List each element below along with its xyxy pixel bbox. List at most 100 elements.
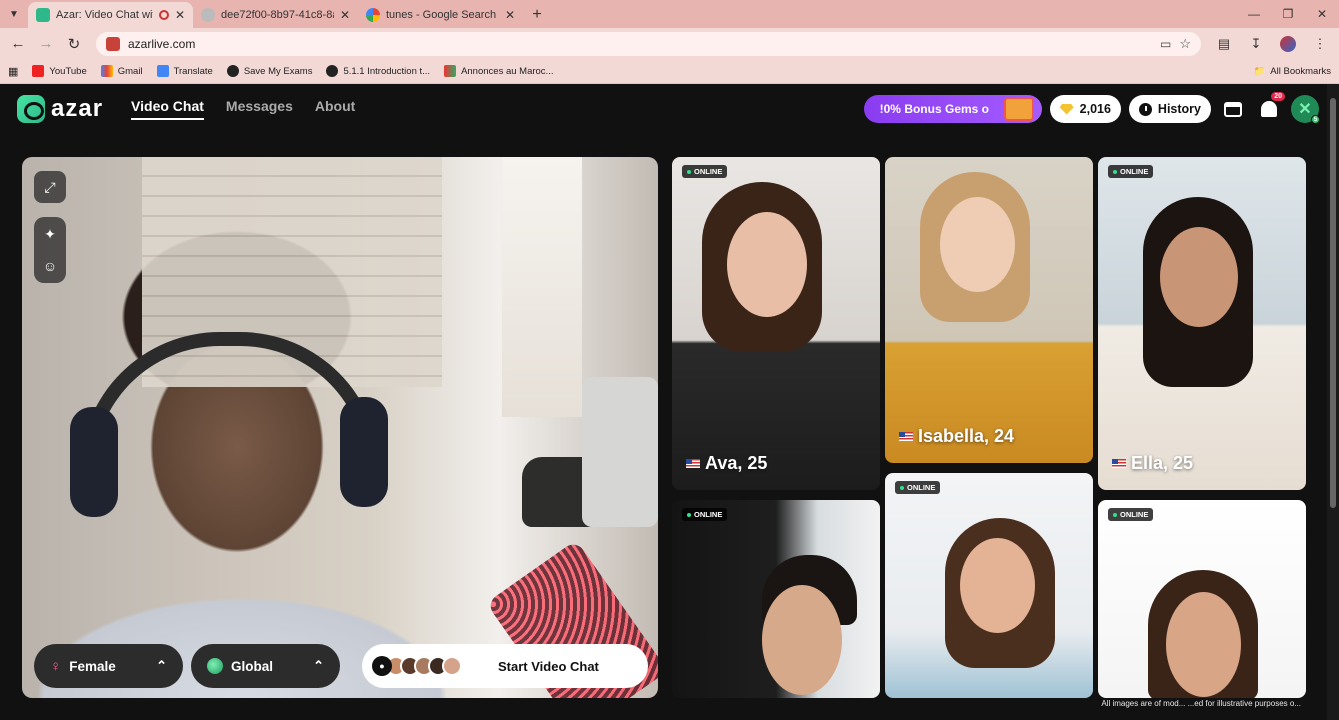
portrait-face	[762, 585, 842, 695]
face-filter-icon[interactable]: ☺	[43, 255, 57, 277]
bookmark-label: Annonces au Maroc...	[461, 65, 554, 77]
all-bookmarks[interactable]: 📁 All Bookmarks	[1253, 66, 1331, 77]
app-header: azar Video Chat Messages About !0% Bonus…	[0, 84, 1327, 134]
chevron-up-icon: ⌃	[313, 658, 324, 673]
portrait-face	[727, 212, 807, 317]
region-selector[interactable]: Global ⌃	[191, 644, 340, 688]
restore-icon[interactable]: ❐	[1271, 0, 1305, 28]
page-scrollbar[interactable]	[1327, 84, 1339, 720]
apps-grid-icon[interactable]: ▦	[8, 65, 18, 78]
minimize-icon[interactable]: —	[1237, 0, 1271, 28]
user-avatar[interactable]: ✕ 5	[1291, 95, 1320, 124]
gems-count: 2,016	[1079, 102, 1111, 116]
close-tab-icon[interactable]: ✕	[175, 8, 185, 22]
mini-avatar	[442, 656, 462, 676]
folder-icon: 📁	[1253, 65, 1266, 77]
camera-icon: ●	[372, 656, 392, 676]
globe-icon	[226, 65, 239, 77]
tab-search-icon[interactable]: ▼	[0, 0, 28, 28]
bookmark-save-my-exams[interactable]: Save My Exams	[226, 65, 313, 77]
new-tab-icon[interactable]: +	[523, 2, 551, 28]
globe-icon	[207, 658, 223, 674]
chevron-up-icon: ⌃	[156, 658, 167, 673]
profile-card-6[interactable]: ONLINE	[1098, 500, 1306, 698]
nav-messages[interactable]: Messages	[226, 98, 293, 120]
inbox-button[interactable]	[1219, 95, 1247, 123]
avatar-glyph-icon: ✕	[1298, 101, 1312, 118]
main-nav: Video Chat Messages About	[131, 98, 355, 120]
reload-icon[interactable]: ↻	[62, 32, 86, 56]
us-flag-icon	[686, 459, 700, 468]
extensions-icon[interactable]: ▤	[1211, 32, 1237, 56]
notifications-button[interactable]: 20	[1255, 92, 1285, 123]
nav-about[interactable]: About	[315, 98, 355, 120]
region-label: Global	[231, 658, 274, 674]
bookmark-star-icon[interactable]: ☆	[1179, 36, 1191, 52]
tab-google[interactable]: tunes - Google Search ✕	[358, 2, 523, 28]
close-window-icon[interactable]: ✕	[1305, 0, 1339, 28]
portrait-face	[940, 197, 1015, 292]
forward-icon[interactable]: →	[34, 32, 58, 56]
profile-name: Ella, 25	[1112, 453, 1193, 474]
site-info-icon[interactable]	[106, 36, 120, 51]
profile-name: Ava, 25	[686, 453, 767, 474]
effects-group: ✦ ☺	[34, 217, 66, 283]
tab-title: dee72f00-8b97-41c8-8a23-bbd	[221, 9, 334, 21]
bookmark-label: YouTube	[49, 65, 87, 77]
google-favicon-icon	[366, 8, 380, 22]
back-icon[interactable]: ←	[6, 32, 30, 56]
history-label: History	[1157, 102, 1201, 116]
close-tab-icon[interactable]: ✕	[505, 8, 515, 22]
gift-box-icon	[1003, 97, 1034, 121]
bookmark-gmail[interactable]: Gmail	[100, 65, 143, 77]
azar-logo-icon	[17, 95, 45, 123]
nav-video-chat[interactable]: Video Chat	[131, 98, 204, 120]
bookmark-translate[interactable]: Translate	[156, 65, 213, 77]
scrollbar-thumb[interactable]	[1330, 98, 1336, 508]
local-video-feed: ⤢ ✦ ☺ ♀ Female ⌃ Global ⌃ ● Start Video …	[22, 157, 658, 698]
close-tab-icon[interactable]: ✕	[340, 8, 350, 22]
profile-card-ava[interactable]: ONLINE Ava, 25	[672, 157, 880, 490]
start-video-chat-button[interactable]: ● Start Video Chat	[362, 644, 648, 688]
profile-card-ella[interactable]: ONLINE Ella, 25	[1098, 157, 1306, 490]
profile-card-isabella[interactable]: Isabella, 24	[885, 157, 1093, 463]
inbox-icon	[1224, 101, 1242, 117]
profile-card-5[interactable]: ONLINE	[885, 473, 1093, 698]
female-icon: ♀	[50, 657, 62, 675]
match-controls: ♀ Female ⌃ Global ⌃ ● Start Video Chat	[34, 644, 648, 688]
url-text: azarlive.com	[128, 36, 196, 51]
all-bookmarks-label: All Bookmarks	[1270, 65, 1331, 77]
history-button[interactable]: History	[1128, 95, 1211, 123]
bookmark-label: Save My Exams	[243, 65, 313, 77]
azar-app: azar Video Chat Messages About !0% Bonus…	[0, 84, 1327, 720]
address-bar[interactable]: azarlive.com ▭ ☆	[96, 31, 1201, 56]
online-badge: ONLINE	[682, 508, 728, 521]
gender-selector[interactable]: ♀ Female ⌃	[34, 644, 183, 688]
download-icon[interactable]: ↧	[1243, 32, 1269, 56]
bookmark-introduction[interactable]: 5.1.1 Introduction t...	[326, 65, 430, 77]
expand-icon[interactable]: ⤢	[34, 171, 66, 203]
gmail-icon	[100, 65, 113, 77]
right-earcup	[340, 397, 388, 507]
promo-text: !0% Bonus Gems o	[879, 102, 989, 116]
globe-favicon-icon	[201, 8, 215, 22]
browser-toolbar: ← → ↻ azarlive.com ▭ ☆ ▤ ↧ ⋮	[0, 28, 1339, 59]
azar-favicon-icon	[36, 8, 50, 22]
bonus-gems-promo[interactable]: !0% Bonus Gems o	[863, 95, 1042, 123]
magic-wand-icon[interactable]: ✦	[44, 223, 56, 245]
bookmark-annonces[interactable]: Annonces au Maroc...	[444, 65, 553, 77]
tab-uuid[interactable]: dee72f00-8b97-41c8-8a23-bbd ✕	[193, 2, 358, 28]
azar-logo[interactable]: azar	[17, 95, 103, 123]
tab-azar[interactable]: Azar: Video Chat with New ✕	[28, 2, 193, 28]
browser-menu-icon[interactable]: ⋮	[1307, 32, 1333, 56]
gender-label: Female	[69, 658, 116, 674]
profile-card-4[interactable]: ONLINE	[672, 500, 880, 698]
bookmark-youtube[interactable]: YouTube	[32, 65, 87, 77]
cast-icon[interactable]: ▭	[1160, 37, 1171, 51]
gems-balance[interactable]: 2,016	[1049, 95, 1121, 123]
online-badge: ONLINE	[1108, 508, 1154, 521]
profile-icon[interactable]	[1275, 32, 1301, 56]
gem-icon	[1059, 103, 1074, 115]
left-earcup	[70, 407, 118, 517]
video-tools: ⤢ ✦ ☺	[34, 171, 66, 283]
